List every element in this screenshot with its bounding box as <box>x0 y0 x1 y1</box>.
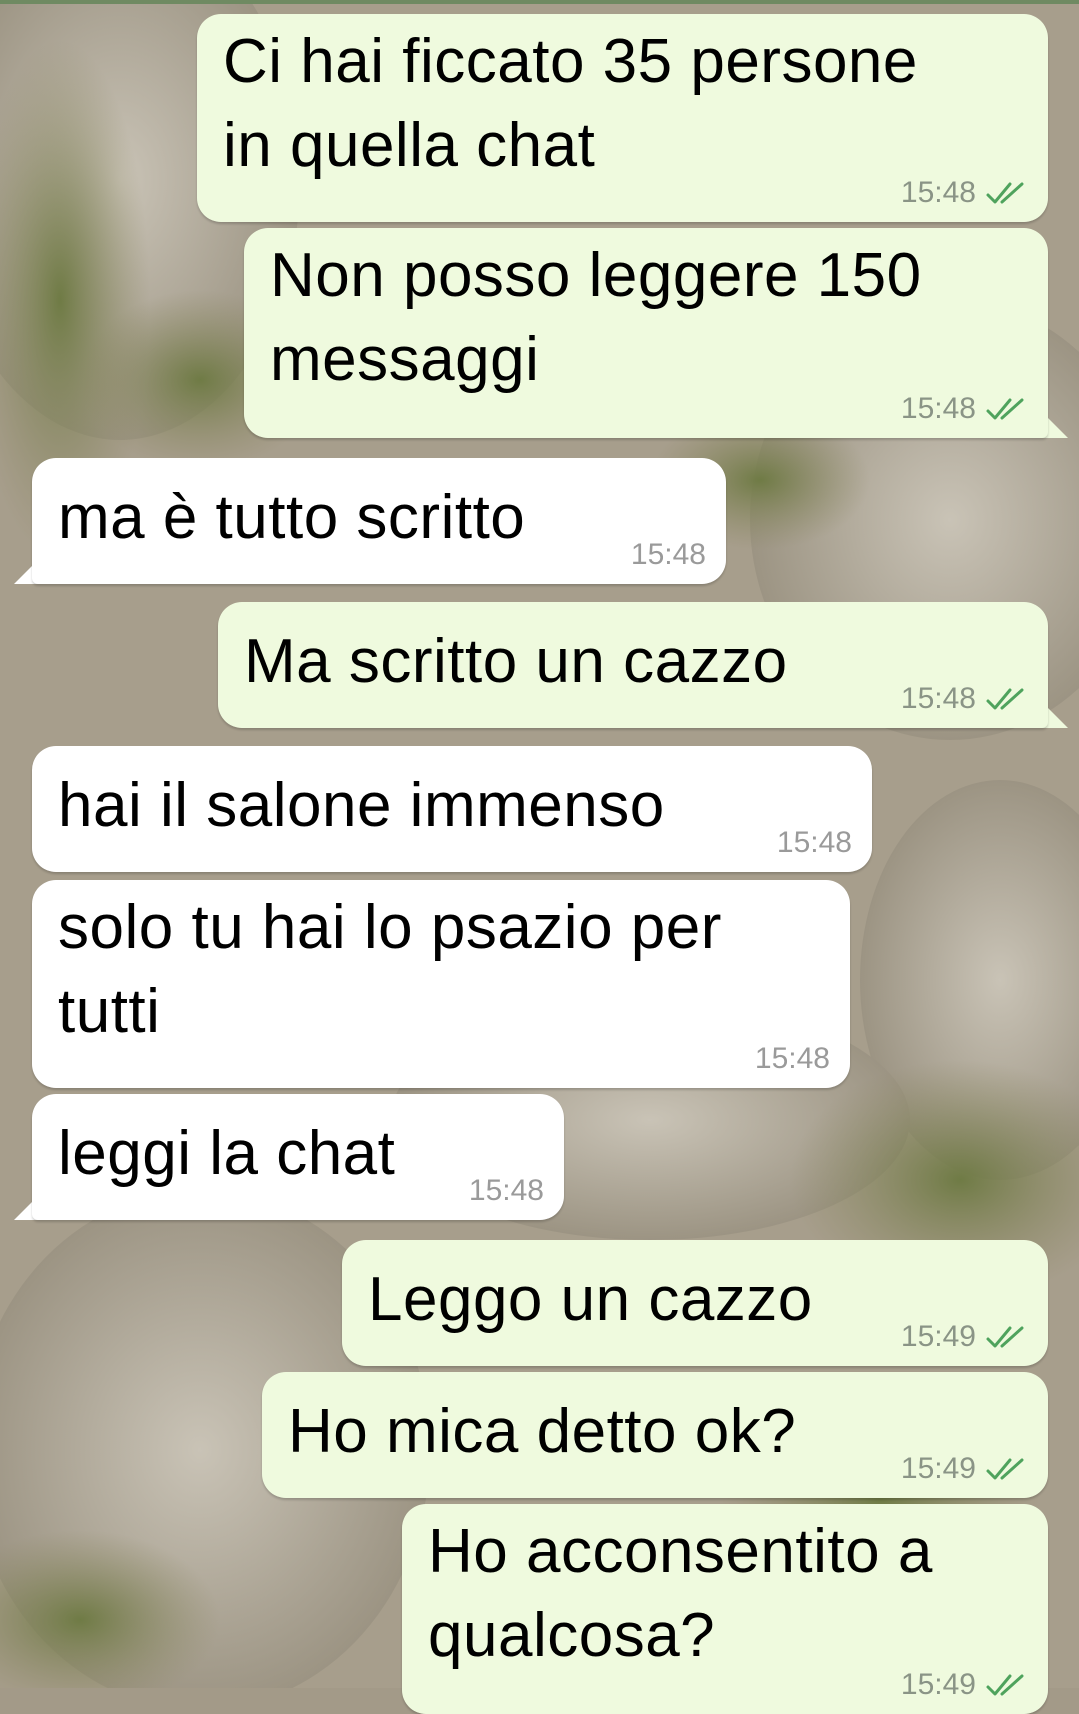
message-text: ma è tutto scritto <box>58 483 526 552</box>
message-meta: 15:48 <box>901 176 1028 210</box>
message-text: Non posso leggere 150 messaggi <box>270 241 922 394</box>
message-time: 15:48 <box>900 682 976 715</box>
message-text: Ma scritto un cazzo <box>244 627 788 696</box>
message-text: solo tu hai lo psazio per tutti <box>58 893 722 1046</box>
message-bubble-sent[interactable]: Ma scritto un cazzo 15:48 <box>218 602 1048 728</box>
message-time: 15:48 <box>900 176 976 209</box>
message-bubble-received[interactable]: ma è tutto scritto 15:48 <box>32 458 726 584</box>
read-double-check-icon <box>986 1674 1024 1696</box>
message-time: 15:48 <box>630 538 706 571</box>
message-time: 15:48 <box>468 1174 544 1207</box>
message-text: Ho mica detto ok? <box>288 1397 797 1466</box>
message-meta: 15:49 <box>901 1668 1028 1702</box>
message-bubble-sent[interactable]: Ho acconsentito a qualcosa? 15:49 <box>402 1504 1048 1714</box>
message-meta: 15:48 <box>777 826 852 860</box>
message-time: 15:48 <box>776 826 852 859</box>
message-bubble-received[interactable]: solo tu hai lo psazio per tutti 15:48 <box>32 880 850 1088</box>
message-bubble-sent[interactable]: Leggo un cazzo 15:49 <box>342 1240 1048 1366</box>
message-time: 15:49 <box>900 1320 976 1353</box>
read-double-check-icon <box>986 1326 1024 1348</box>
read-double-check-icon <box>986 688 1024 710</box>
message-bubble-sent[interactable]: Ho mica detto ok? 15:49 <box>262 1372 1048 1498</box>
message-text: Ho acconsentito a qualcosa? <box>428 1517 933 1670</box>
message-time: 15:48 <box>900 392 976 425</box>
message-text: Ci hai ficcato 35 persone in quella chat <box>223 27 918 180</box>
message-text: hai il salone immenso <box>58 771 665 840</box>
message-bubble-received[interactable]: leggi la chat 15:48 <box>32 1094 564 1220</box>
read-double-check-icon <box>986 1458 1024 1480</box>
read-double-check-icon <box>986 182 1024 204</box>
message-meta: 15:48 <box>469 1174 544 1208</box>
top-edge <box>0 0 1079 4</box>
message-text: Leggo un cazzo <box>368 1265 813 1334</box>
read-double-check-icon <box>986 398 1024 420</box>
message-meta: 15:48 <box>631 538 706 572</box>
message-time: 15:49 <box>900 1452 976 1485</box>
message-meta: 15:48 <box>901 392 1028 426</box>
message-bubble-sent[interactable]: Ci hai ficcato 35 persone in quella chat… <box>197 14 1048 222</box>
message-time: 15:49 <box>900 1668 976 1701</box>
message-text: leggi la chat <box>58 1119 396 1188</box>
message-meta: 15:48 <box>755 1042 830 1076</box>
message-time: 15:48 <box>754 1042 830 1075</box>
message-bubble-sent[interactable]: Non posso leggere 150 messaggi 15:48 <box>244 228 1048 438</box>
message-meta: 15:49 <box>901 1320 1028 1354</box>
message-bubble-received[interactable]: hai il salone immenso 15:48 <box>32 746 872 872</box>
message-meta: 15:49 <box>901 1452 1028 1486</box>
message-meta: 15:48 <box>901 682 1028 716</box>
